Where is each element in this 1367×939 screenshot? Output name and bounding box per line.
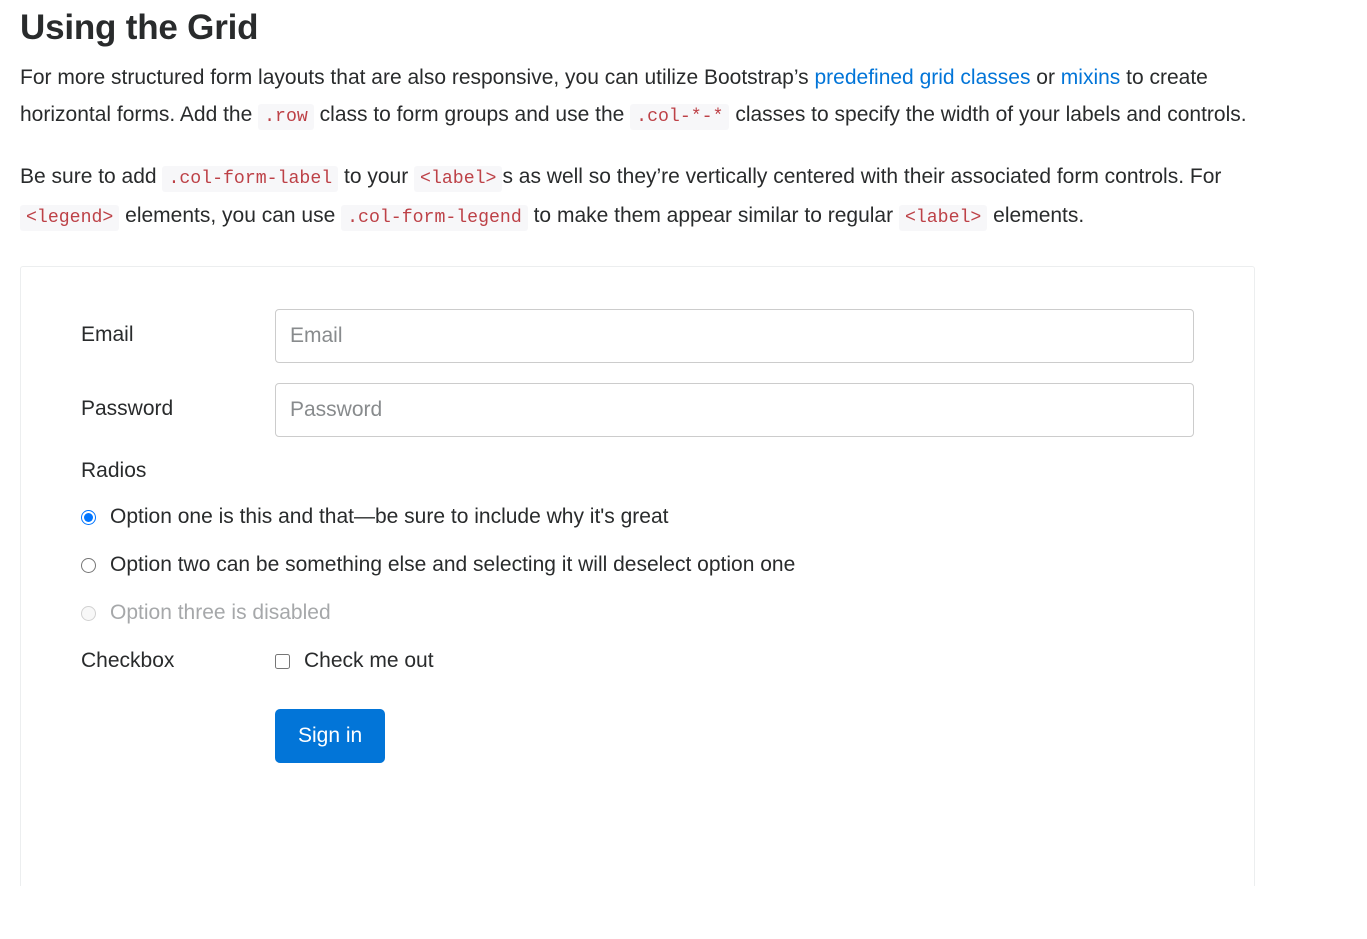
- paragraph-2-text-5: to make them appear similar to regular: [527, 203, 899, 227]
- radios-group: Radios Option one is this and that—be su…: [81, 457, 1194, 637]
- form-row-password: Password: [81, 383, 1194, 437]
- page-title: Using the Grid: [20, 8, 259, 47]
- intro-paragraph-2: Be sure to add .col-form-label to your <…: [20, 159, 1260, 236]
- form-row-checkbox: Checkbox Check me out: [81, 647, 1194, 675]
- radio-label-two[interactable]: Option two can be something else and sel…: [110, 551, 795, 579]
- code-row: .row: [258, 103, 314, 130]
- radio-label-one[interactable]: Option one is this and that—be sure to i…: [110, 503, 669, 531]
- radio-input-one[interactable]: [81, 509, 96, 525]
- code-label-tag-2: <label>: [898, 204, 988, 231]
- checkbox-control-wrapper: Check me out: [275, 647, 1194, 675]
- radio-option-two[interactable]: Option two can be something else and sel…: [81, 541, 1194, 589]
- form-row-submit: Sign in: [81, 695, 1194, 763]
- radio-option-one[interactable]: Option one is this and that—be sure to i…: [81, 493, 1194, 541]
- email-label: Email: [81, 323, 134, 346]
- example-form-container: Email Password Radios Option one is this…: [20, 266, 1255, 886]
- password-label: Password: [81, 397, 174, 420]
- paragraph-2-text-3: s as well so they’re vertically centered…: [502, 165, 1222, 188]
- submit-row-spacer: [81, 695, 275, 707]
- paragraph-1-text-5: classes to specify the width of your lab…: [729, 102, 1247, 126]
- radio-option-three: Option three is disabled: [81, 589, 1194, 637]
- form-row-radios: Radios Option one is this and that—be su…: [81, 457, 1194, 637]
- check-me-out-label[interactable]: Check me out: [304, 647, 434, 675]
- radio-input-three: [81, 605, 96, 621]
- sign-in-button[interactable]: Sign in: [275, 709, 386, 763]
- code-col-star: .col-*-*: [630, 103, 730, 130]
- paragraph-1-text-4: class to form groups and use the: [313, 102, 631, 126]
- checkbox-option[interactable]: Check me out: [275, 647, 1194, 675]
- paragraph-2-text-1: Be sure to add: [20, 165, 163, 188]
- radio-label-three: Option three is disabled: [110, 601, 331, 624]
- paragraph-2-text-2: to your: [338, 165, 415, 188]
- paragraph-1-text-2: or: [1030, 66, 1061, 89]
- code-col-form-label: .col-form-label: [162, 166, 339, 192]
- paragraph-1-text-1: For more structured form layouts that ar…: [20, 66, 815, 89]
- code-legend-tag: <legend>: [20, 204, 120, 231]
- radio-input-two[interactable]: [81, 557, 96, 573]
- code-label-tag-1: <label>: [414, 166, 503, 192]
- paragraph-2-text-4: elements, you can use: [119, 203, 342, 227]
- code-col-form-legend: .col-form-legend: [341, 204, 528, 231]
- check-me-out-checkbox[interactable]: [275, 653, 290, 669]
- form-row-email: Email: [81, 309, 1194, 363]
- email-control-wrapper: [275, 309, 1194, 363]
- link-mixins[interactable]: mixins: [1061, 66, 1121, 89]
- submit-control-wrapper: Sign in: [275, 695, 1194, 763]
- paragraph-2-text-6: elements.: [987, 203, 1085, 227]
- radios-legend: Radios: [81, 459, 147, 482]
- checkbox-row-label: Checkbox: [81, 649, 175, 672]
- email-input[interactable]: [275, 309, 1194, 363]
- intro-paragraph-1: For more structured form layouts that ar…: [20, 60, 1260, 135]
- link-predefined-grid-classes[interactable]: predefined grid classes: [814, 66, 1030, 89]
- password-control-wrapper: [275, 383, 1194, 437]
- password-input[interactable]: [275, 383, 1194, 437]
- sign-in-form: Email Password Radios Option one is this…: [81, 309, 1194, 763]
- page-root: Using the Grid For more structured form …: [0, 0, 1367, 939]
